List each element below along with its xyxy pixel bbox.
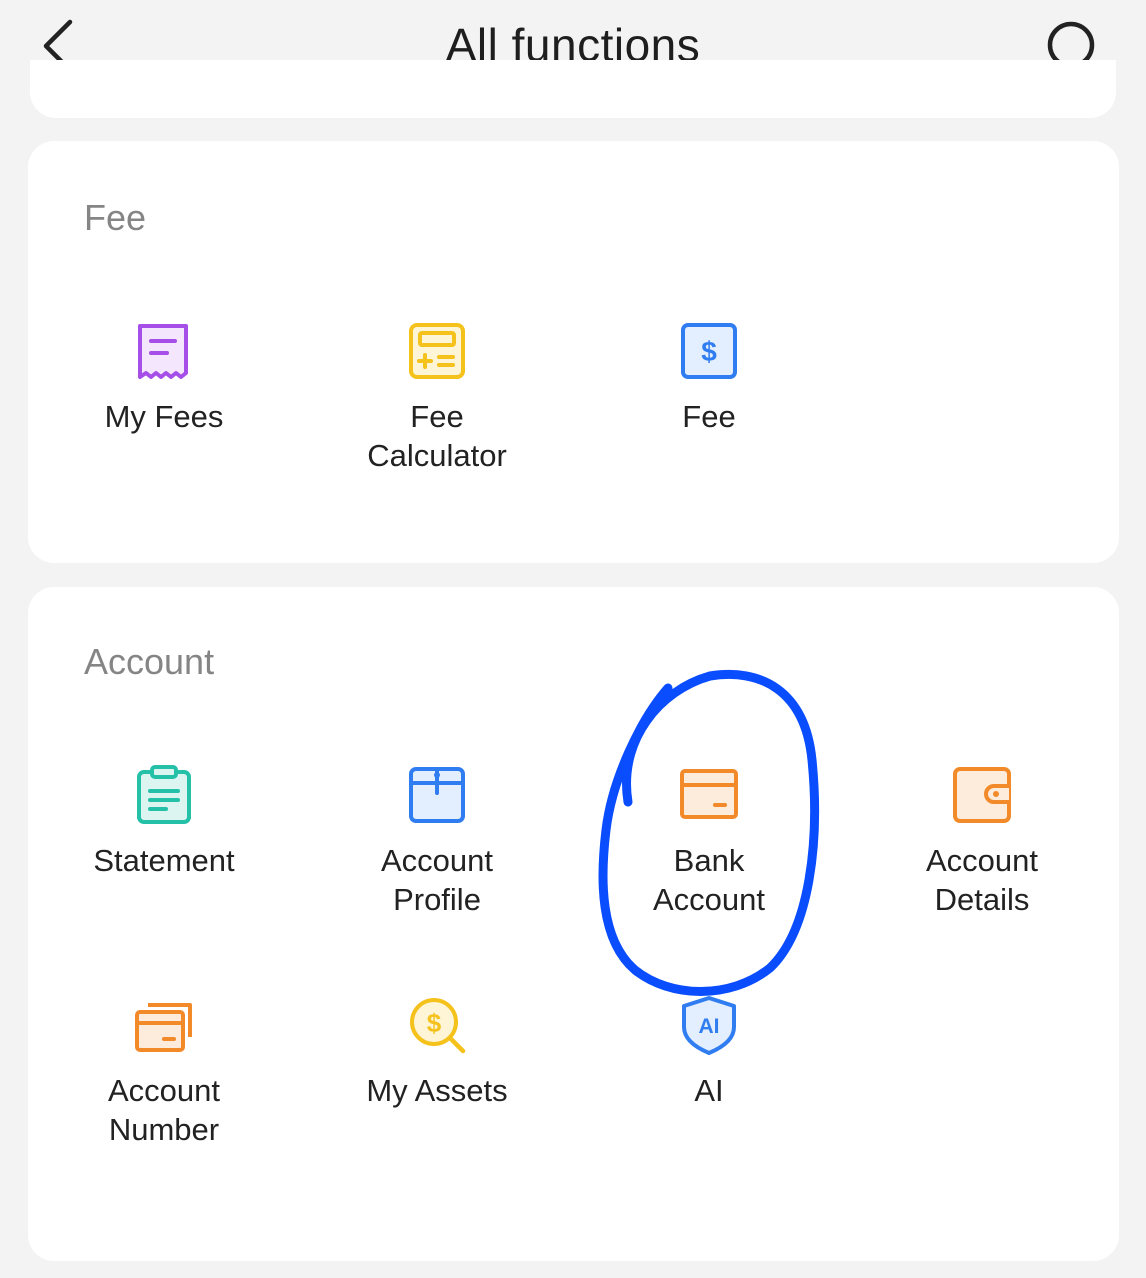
fee-section-card: Fee My Fees Fee Calculator $ Fee: [28, 141, 1119, 563]
function-my-assets[interactable]: $ My Assets: [327, 995, 547, 1110]
profile-folder-icon: [409, 767, 465, 823]
function-label: Fee: [682, 399, 736, 434]
function-account-number[interactable]: Account Number: [54, 995, 274, 1149]
ai-icon-text: AI: [699, 1015, 720, 1038]
clipboard-icon: [137, 765, 191, 824]
function-my-fees[interactable]: My Fees: [54, 321, 274, 436]
function-statement[interactable]: Statement: [54, 765, 274, 880]
cards-stack-icon: [135, 1003, 192, 1052]
function-label: Account Profile: [380, 843, 493, 917]
function-fee-calculator[interactable]: Fee Calculator: [327, 321, 547, 475]
card-icon: [680, 769, 738, 819]
section-title-fee: Fee: [84, 197, 147, 238]
wallet-icon: [953, 767, 1011, 823]
account-section-card: Account Statement Account Profile Bank A…: [28, 587, 1119, 1261]
function-ai[interactable]: AI AI: [599, 995, 819, 1110]
dollar-document-icon: $: [681, 323, 737, 379]
function-account-details[interactable]: Account Details: [872, 765, 1092, 919]
dollar-search-icon: $: [410, 998, 466, 1054]
svg-text:$: $: [427, 1008, 442, 1038]
function-label: Account Details: [925, 843, 1038, 917]
function-label: AI: [694, 1073, 724, 1108]
function-account-profile[interactable]: Account Profile: [327, 765, 547, 919]
receipt-icon: [138, 324, 188, 379]
function-fee[interactable]: $ Fee: [599, 321, 819, 436]
ai-shield-icon: AI: [682, 996, 736, 1055]
function-label: My Assets: [366, 1073, 508, 1108]
function-bank-account[interactable]: Bank Account: [599, 765, 819, 919]
function-label: Account Number: [107, 1073, 220, 1147]
section-title-account: Account: [84, 641, 215, 682]
function-label: Fee Calculator: [367, 399, 507, 473]
function-label: Statement: [93, 843, 235, 878]
function-label: Bank Account: [652, 843, 765, 917]
svg-text:$: $: [701, 336, 717, 367]
function-label: My Fees: [104, 399, 224, 434]
previous-section-card: [30, 60, 1116, 118]
calculator-icon: [409, 323, 465, 379]
